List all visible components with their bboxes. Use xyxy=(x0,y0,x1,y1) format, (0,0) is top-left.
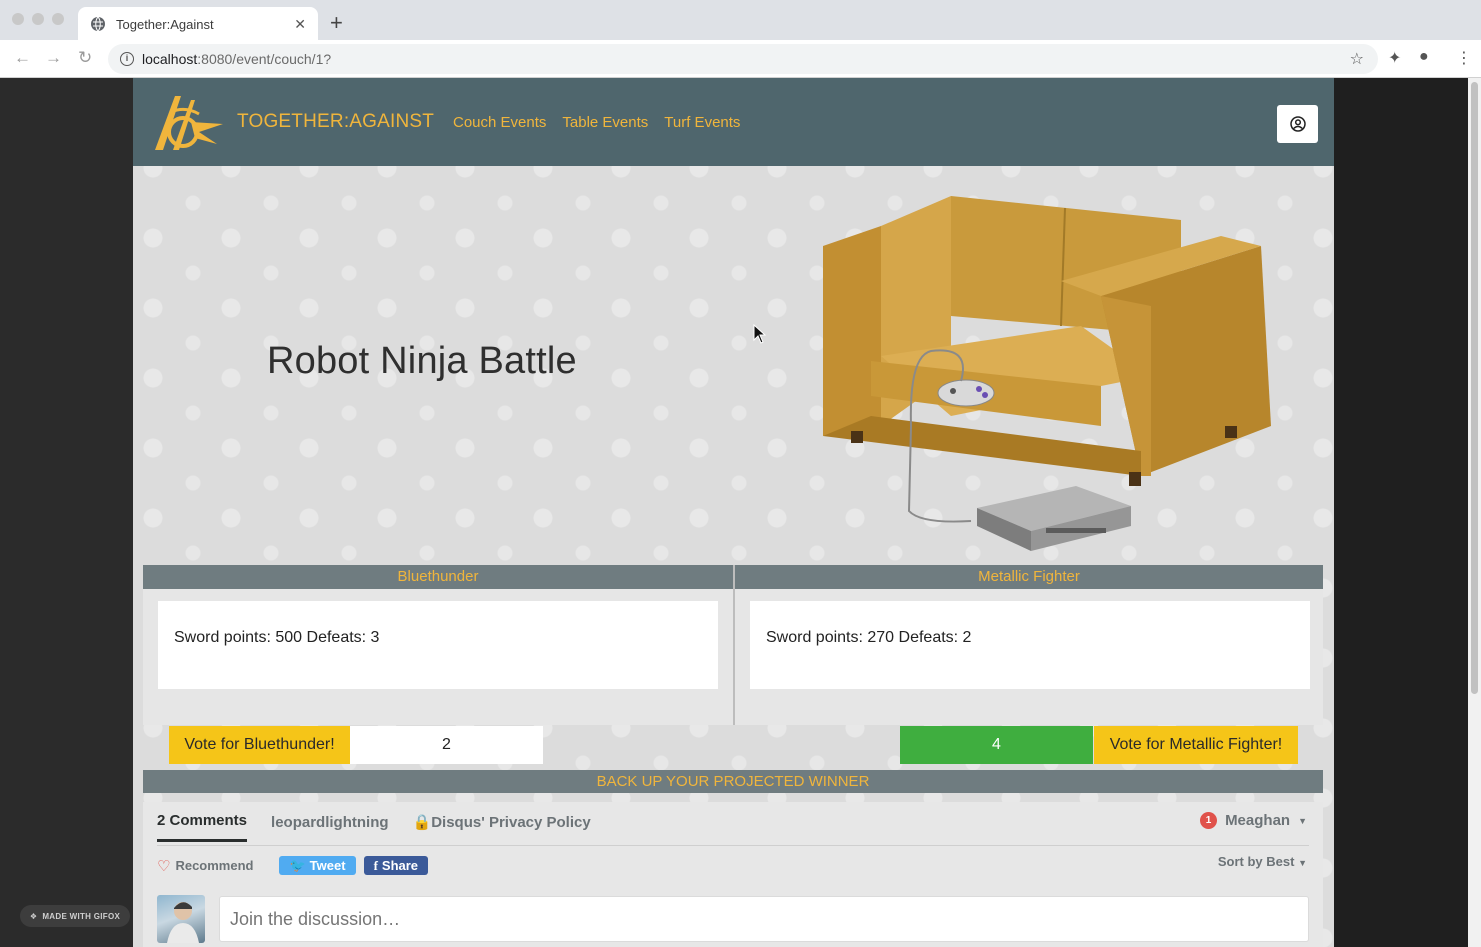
forward-icon[interactable]: → xyxy=(45,48,62,68)
window-controls xyxy=(12,13,64,25)
url-path: :8080/event/couch/1? xyxy=(197,51,332,67)
notification-badge: 1 xyxy=(1200,812,1218,829)
share-label: Share xyxy=(381,858,419,873)
disqus-user-menu[interactable]: 1 Meaghan ▼ xyxy=(1200,812,1307,829)
user-circle-icon xyxy=(1289,116,1306,132)
tab-comments[interactable]: 2 Comments xyxy=(157,812,248,842)
profile-icon[interactable]: ● xyxy=(1419,48,1429,66)
left-gutter xyxy=(0,78,133,947)
caret-down-icon: ▼ xyxy=(1298,858,1307,868)
vote-count-left: 2 xyxy=(350,726,543,764)
right-gutter xyxy=(1334,78,1468,947)
nav-couch-events[interactable]: Couch Events xyxy=(453,114,546,131)
bookmark-star-icon[interactable]: ☆ xyxy=(1350,49,1364,69)
recommend-button[interactable]: ♡ Recommend xyxy=(157,857,253,875)
vote-count-right: 4 xyxy=(900,726,1093,764)
share-buttons: 🐦 Tweet f Share xyxy=(279,856,429,875)
lock-icon: 🔒 xyxy=(412,814,432,831)
competitor-card-right: Metallic Fighter Sword points: 270 Defea… xyxy=(733,565,1323,725)
site-header: TOGETHER:AGAINST Couch Events Table Even… xyxy=(133,78,1334,166)
vote-bluethunder-button[interactable]: Vote for Bluethunder! xyxy=(169,726,350,764)
competitor-stats: Sword points: 270 Defeats: 2 xyxy=(750,601,1310,689)
competitor-card-left: Bluethunder Sword points: 500 Defeats: 3 xyxy=(143,565,733,725)
site-info-icon[interactable]: i xyxy=(120,52,134,66)
competitor-stats: Sword points: 500 Defeats: 3 xyxy=(158,601,718,689)
backup-winner-banner: BACK UP YOUR PROJECTED WINNER xyxy=(143,770,1323,793)
facebook-f-icon: f xyxy=(373,857,378,873)
twitter-bird-icon: 🐦 xyxy=(289,857,306,873)
main-nav: Couch Events Table Events Turf Events xyxy=(453,114,740,131)
reload-icon[interactable]: ↻ xyxy=(78,48,92,68)
close-tab-icon[interactable]: ✕ xyxy=(294,16,306,33)
comment-input[interactable] xyxy=(219,896,1309,942)
tab-title: Together:Against xyxy=(116,16,214,32)
facebook-share-button[interactable]: f Share xyxy=(363,856,429,875)
mouse-cursor-icon xyxy=(753,324,767,344)
page-scrollbar[interactable] xyxy=(1468,78,1481,947)
tweet-button[interactable]: 🐦 Tweet xyxy=(279,856,356,875)
event-title: Robot Ninja Battle xyxy=(267,340,577,382)
url-host: localhost xyxy=(142,51,198,67)
vote-metallic-fighter-button[interactable]: Vote for Metallic Fighter! xyxy=(1094,726,1298,764)
address-bar[interactable]: i localhost:8080/event/couch/1? ☆ xyxy=(108,44,1378,74)
browser-tab[interactable]: Together:Against ✕ xyxy=(78,7,318,41)
disqus-actions: ♡ Recommend 🐦 Tweet f Share xyxy=(157,856,429,875)
back-icon[interactable]: ← xyxy=(14,48,31,68)
menu-kebab-icon[interactable]: ⋮ xyxy=(1456,48,1472,68)
avatar-person-icon xyxy=(167,902,199,943)
new-tab-icon[interactable]: + xyxy=(330,12,343,34)
tab-privacy-policy[interactable]: 🔒Disqus' Privacy Policy xyxy=(413,813,591,841)
nav-table-events[interactable]: Table Events xyxy=(562,114,648,131)
competitor-name: Bluethunder xyxy=(143,565,733,589)
competitors-row: Bluethunder Sword points: 500 Defeats: 3… xyxy=(143,565,1323,725)
browser-chrome: Together:Against ✕ + ← → ↻ i localhost:8… xyxy=(0,0,1481,78)
couch-illustration xyxy=(823,196,1271,551)
recommend-label: Recommend xyxy=(175,858,254,873)
minimize-window-icon[interactable] xyxy=(32,13,44,25)
competitor-name: Metallic Fighter xyxy=(735,565,1323,589)
together-against-logo-icon[interactable] xyxy=(151,92,225,152)
avatar[interactable] xyxy=(157,895,205,943)
privacy-policy-label: Disqus' Privacy Policy xyxy=(431,814,591,831)
tweet-label: Tweet xyxy=(309,858,346,873)
disqus-comments: 2 Comments leopardlightning 🔒Disqus' Pri… xyxy=(143,802,1323,947)
caret-down-icon: ▼ xyxy=(1298,815,1307,826)
site-brand[interactable]: TOGETHER:AGAINST xyxy=(237,111,434,133)
nav-turf-events[interactable]: Turf Events xyxy=(664,114,740,131)
extensions-icon[interactable]: ✦ xyxy=(1388,48,1401,68)
maximize-window-icon[interactable] xyxy=(52,13,64,25)
page: TOGETHER:AGAINST Couch Events Table Even… xyxy=(133,78,1334,947)
gifox-watermark: ❖ MADE WITH GIFOX xyxy=(20,905,130,927)
disqus-user-name: Meaghan xyxy=(1225,812,1291,829)
sort-dropdown[interactable]: Sort by Best ▼ xyxy=(1218,854,1307,869)
scrollbar-thumb[interactable] xyxy=(1471,82,1478,694)
browser-toolbar: ← → ↻ i localhost:8080/event/couch/1? ☆ … xyxy=(0,40,1481,78)
close-window-icon[interactable] xyxy=(12,13,24,25)
heart-icon: ♡ xyxy=(157,857,171,875)
sort-label: Sort by Best xyxy=(1217,854,1295,869)
divider xyxy=(157,845,1309,846)
disqus-tabs: 2 Comments leopardlightning 🔒Disqus' Pri… xyxy=(157,812,591,842)
user-account-button[interactable] xyxy=(1277,105,1318,143)
watermark-label: MADE WITH GIFOX xyxy=(42,911,121,921)
tab-community[interactable]: leopardlightning xyxy=(271,814,389,841)
fox-icon: ❖ xyxy=(29,911,38,921)
globe-icon xyxy=(91,16,105,32)
